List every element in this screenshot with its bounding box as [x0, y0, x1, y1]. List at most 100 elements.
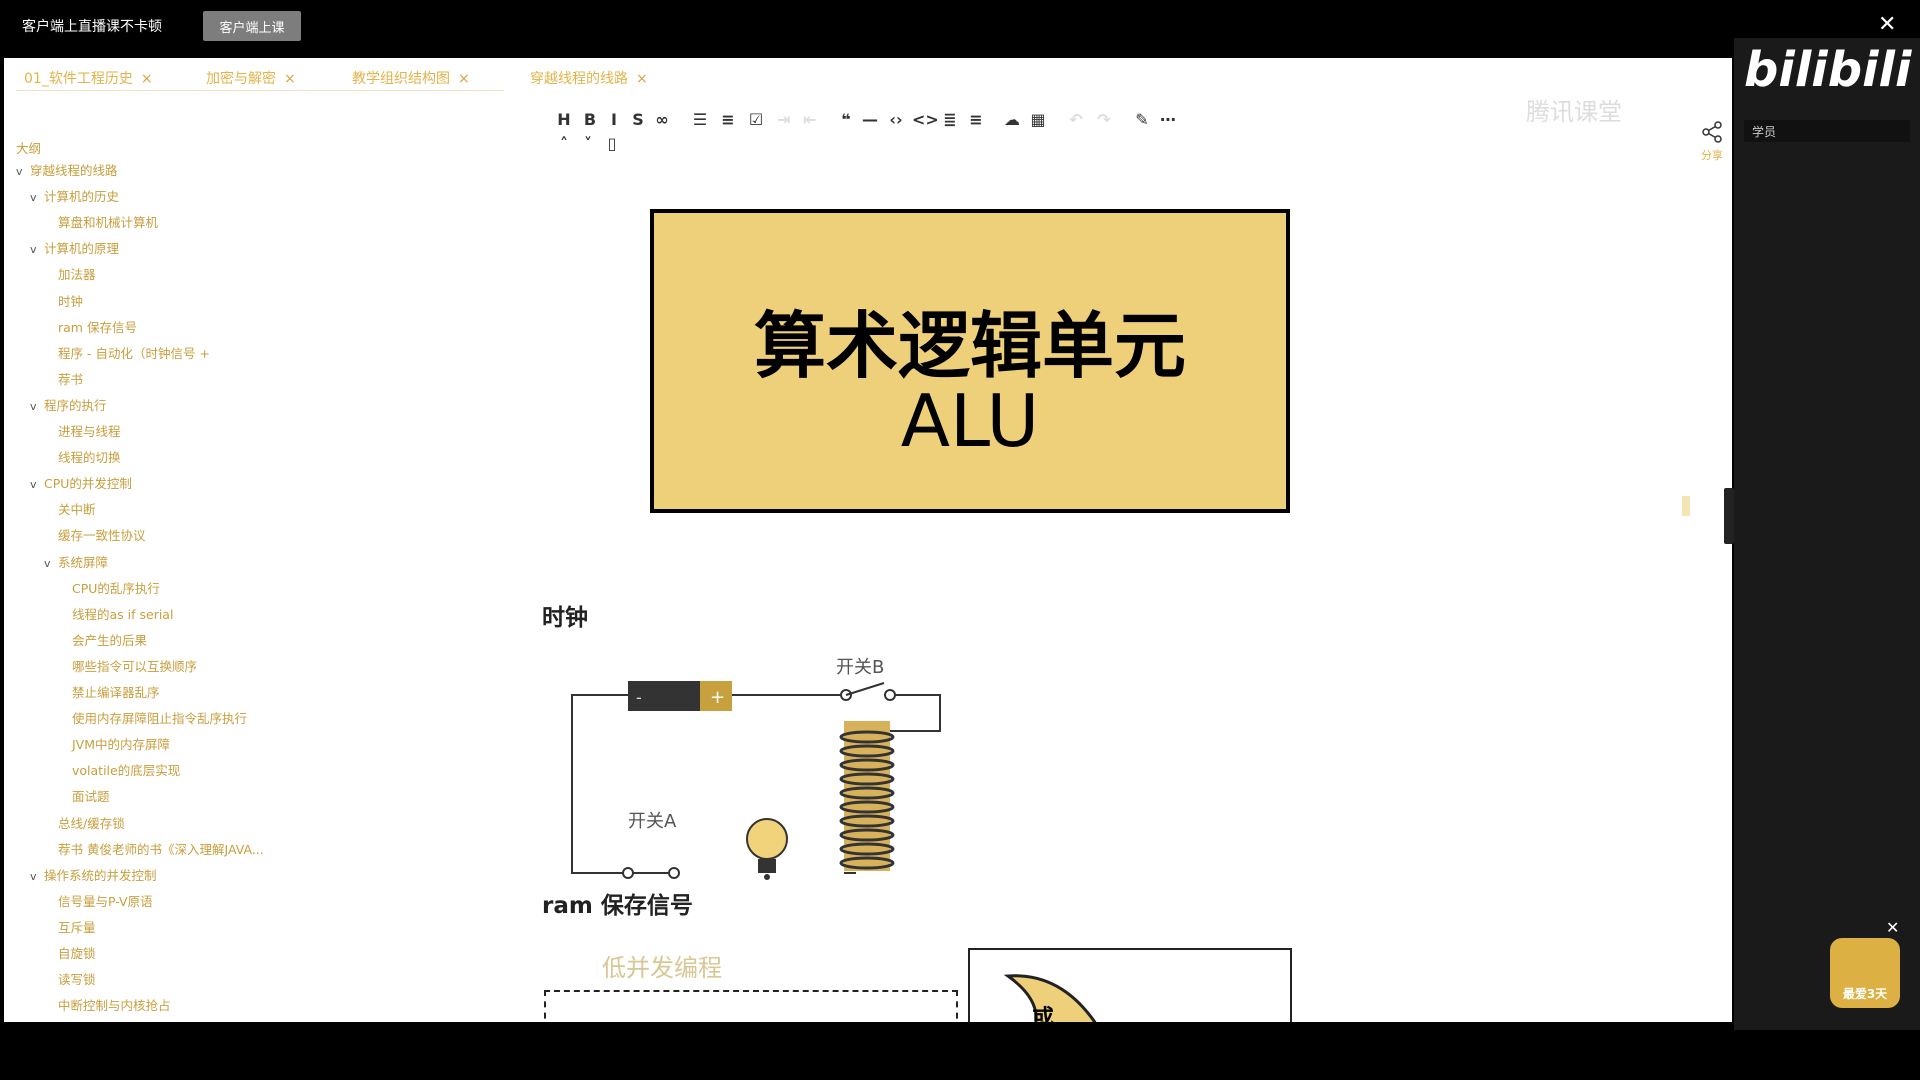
outline-item[interactable]: JVM中的内存屏障: [58, 734, 170, 753]
outline-item[interactable]: 线程的切换: [44, 447, 121, 466]
outline-item[interactable]: 会产生的后果: [58, 630, 147, 649]
upload-icon[interactable]: ☁: [1000, 110, 1024, 129]
outline-item-label: CPU的并发控制: [44, 476, 132, 492]
indent-icon[interactable]: ⇥: [772, 110, 796, 129]
tab-encryption[interactable]: 加密与解密 ×: [206, 68, 296, 88]
switch-b-right-terminal: [884, 689, 896, 701]
outline-item[interactable]: 缓存一致性协议: [44, 525, 146, 544]
chevron-down-icon[interactable]: v: [30, 478, 44, 491]
checkbox-icon[interactable]: ☑: [744, 110, 768, 129]
section-heading-ram: ram 保存信号: [542, 893, 693, 919]
heading-icon[interactable]: H: [552, 110, 576, 129]
student-tab[interactable]: 学员: [1744, 120, 1910, 142]
bulb-tip: [764, 874, 770, 880]
undo-icon[interactable]: ↶: [1064, 110, 1088, 129]
align-right-icon[interactable]: ≡: [964, 110, 988, 129]
outline-item-label: 进程与线程: [58, 424, 121, 439]
outline-item[interactable]: 线程的as if serial: [58, 604, 173, 623]
outline-item[interactable]: v 系统屏障: [44, 552, 108, 571]
bulb-glass: [746, 818, 788, 860]
outline-item[interactable]: ram 保存信号: [44, 317, 137, 336]
tab-software-history[interactable]: 01_软件工程历史 ×: [24, 68, 153, 88]
quote-icon[interactable]: ❝: [834, 110, 858, 129]
chevron-down-icon[interactable]: v: [16, 165, 30, 178]
outline-item[interactable]: 禁止编译器乱序: [58, 682, 160, 701]
outline-item[interactable]: 面试题: [58, 786, 110, 805]
outline-item-label: 系统屏障: [58, 554, 109, 570]
link-icon[interactable]: ∞: [650, 110, 674, 129]
up-icon[interactable]: ˄: [552, 134, 576, 153]
chevron-down-icon[interactable]: v: [30, 191, 44, 204]
strikethrough-icon[interactable]: S: [626, 110, 650, 129]
chevron-down-icon[interactable]: v: [30, 243, 44, 256]
alu-diagram: 算术逻辑单元 ALU: [650, 209, 1290, 513]
chevron-down-icon[interactable]: v: [44, 557, 58, 570]
more-icon[interactable]: ⋯: [1156, 110, 1180, 129]
share-icon: [1702, 121, 1722, 143]
outline-item[interactable]: 荐书 黄俊老师的书《深入理解JAVA...: [44, 839, 264, 858]
outline-item[interactable]: 程序 - 自动化（时钟信号 +: [44, 343, 210, 362]
outline-item[interactable]: 时钟: [44, 291, 83, 310]
scroll-position-marker: [1682, 496, 1690, 516]
outline-item[interactable]: 互斥量: [44, 917, 96, 936]
bullet-list-icon[interactable]: ☰: [688, 110, 712, 129]
inline-code-icon[interactable]: <>: [912, 110, 939, 129]
battery-plus: +: [710, 687, 725, 708]
outline-item[interactable]: v CPU的并发控制: [30, 473, 132, 492]
close-badge-icon[interactable]: ✕: [1886, 918, 1899, 937]
share-button[interactable]: 分享: [1700, 120, 1724, 163]
align-icon[interactable]: ≣: [938, 110, 962, 129]
panel-toggle-handle[interactable]: [1724, 488, 1734, 544]
outline-item[interactable]: 加法器: [44, 264, 96, 283]
chevron-down-icon[interactable]: v: [30, 870, 44, 883]
outline-item[interactable]: CPU的乱序执行: [58, 578, 160, 597]
client-class-button[interactable]: 客户端上课: [203, 11, 301, 41]
outline-item-label: 使用内存屏障阻止指令乱序执行: [72, 711, 248, 727]
tab-org-chart[interactable]: 教学组织结构图 ×: [352, 68, 470, 88]
outline-item[interactable]: v 计算机的历史: [30, 186, 119, 205]
outline-item[interactable]: 关中断: [44, 499, 96, 518]
promo-badge[interactable]: 最爱3天: [1830, 938, 1900, 1008]
outline-item[interactable]: 信号量与P-V原语: [44, 891, 153, 910]
outline-item[interactable]: 读写锁: [44, 969, 96, 988]
ordered-list-icon[interactable]: ≡: [716, 110, 740, 129]
outline-item[interactable]: 荐书: [44, 369, 83, 388]
pen-icon[interactable]: ✎: [1130, 110, 1154, 129]
outline-item[interactable]: 总线/缓存锁: [44, 813, 125, 832]
close-tab-icon[interactable]: ×: [284, 71, 296, 87]
or-gate-diagram-box: 或: [968, 948, 1292, 1022]
outline-item[interactable]: 中断控制与内核抢占: [44, 995, 171, 1014]
outline-item[interactable]: volatile的底层实现: [58, 760, 180, 779]
close-tab-icon[interactable]: ×: [458, 71, 470, 87]
outline-item-label: 算盘和机械计算机: [58, 215, 159, 231]
outline-item[interactable]: 进程与线程: [44, 421, 121, 440]
outline-item[interactable]: v 穿越线程的线路: [16, 160, 118, 179]
bold-icon[interactable]: B: [578, 110, 602, 129]
outline-item-label: 面试题: [72, 789, 110, 805]
code-icon[interactable]: ‹›: [884, 110, 908, 129]
outline-item[interactable]: v 操作系统的并发控制: [30, 865, 157, 884]
close-tab-icon[interactable]: ×: [141, 71, 153, 87]
outline-item-label: volatile的底层实现: [72, 763, 181, 779]
switch-a-left-terminal: [622, 867, 634, 879]
outline-item[interactable]: 使用内存屏障阻止指令乱序执行: [58, 708, 247, 727]
outline-item[interactable]: 自旋锁: [44, 943, 96, 962]
outline-item[interactable]: 算盘和机械计算机: [44, 212, 158, 231]
outline-item[interactable]: 哪些指令可以互换顺序: [58, 656, 197, 675]
table-icon[interactable]: ▦: [1026, 110, 1050, 129]
italic-icon[interactable]: I: [602, 110, 626, 129]
outline-item[interactable]: v 程序的执行: [30, 395, 107, 414]
redo-icon[interactable]: ↷: [1092, 110, 1116, 129]
outline-item-label: 互斥量: [58, 919, 96, 935]
chevron-down-icon[interactable]: v: [30, 400, 44, 413]
close-tab-icon[interactable]: ×: [636, 71, 648, 87]
dashed-diagram-box: [544, 990, 958, 1022]
alu-title: 算术逻辑单元: [753, 304, 1186, 388]
outline-item[interactable]: v 计算机的原理: [30, 238, 119, 257]
close-icon[interactable]: ✕: [1878, 12, 1896, 37]
tab-thread-route[interactable]: 穿越线程的线路 ×: [530, 68, 648, 88]
down-icon[interactable]: ˅: [576, 134, 600, 153]
delete-icon[interactable]: ▯: [600, 134, 624, 153]
divider-icon[interactable]: —: [858, 110, 882, 129]
outdent-icon[interactable]: ⇤: [798, 110, 822, 129]
